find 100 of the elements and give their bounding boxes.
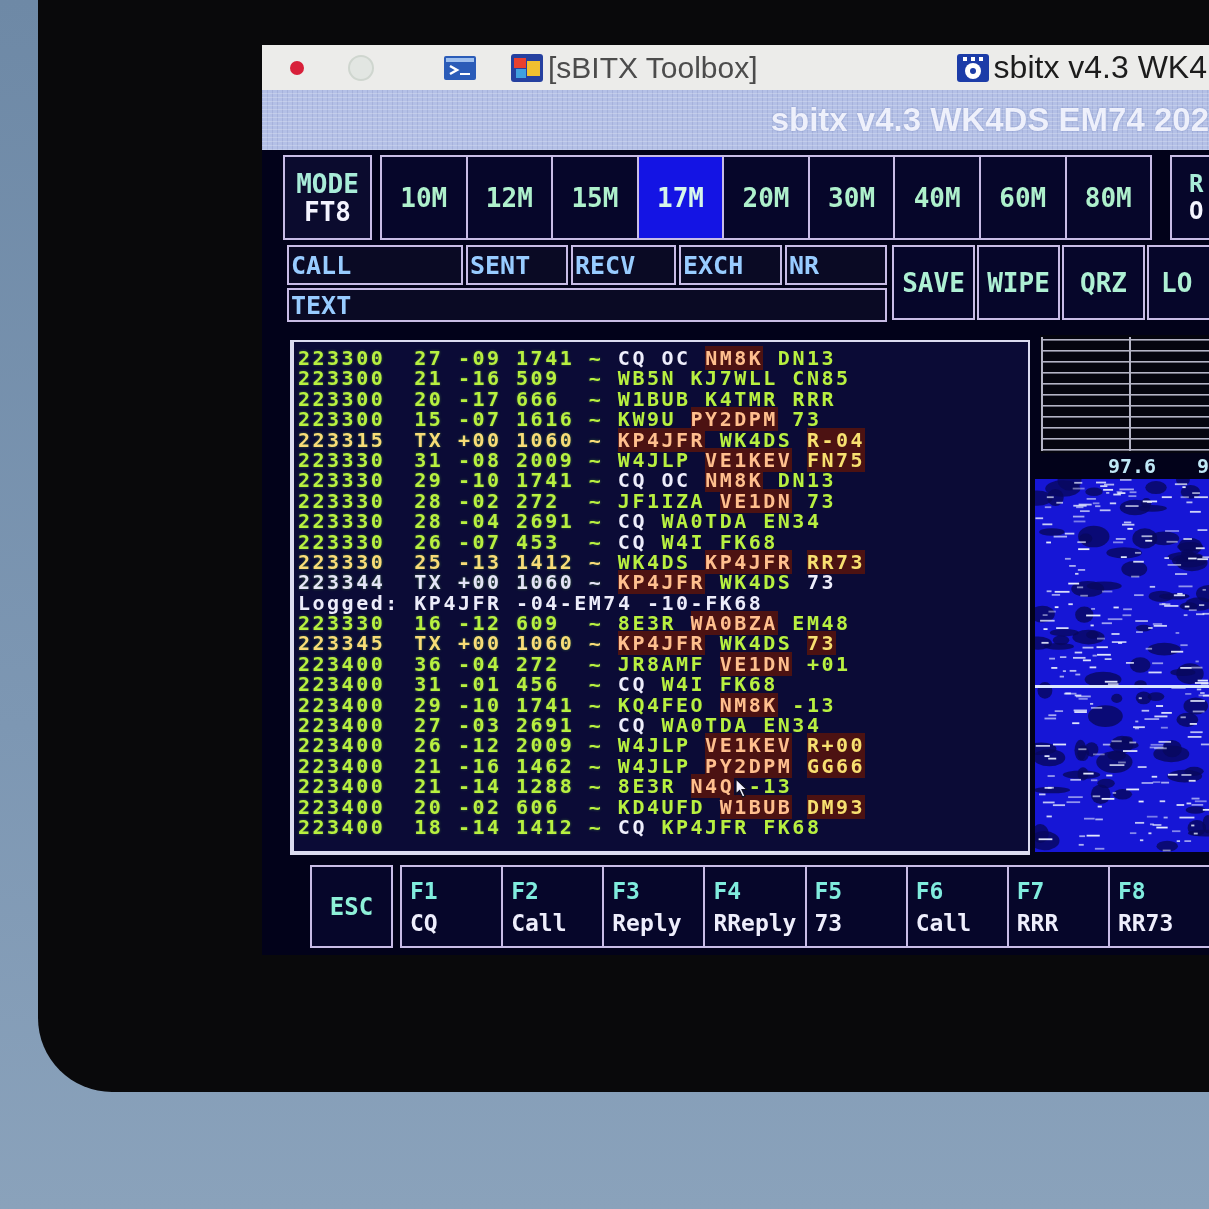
taskbar-button[interactable]: sbitx v4.3 WK4 <box>956 49 1207 86</box>
escape-button[interactable]: ESC <box>310 865 393 948</box>
time-cell-text: 223344 <box>298 572 387 593</box>
marker-cell-text: ~ <box>588 368 605 389</box>
time-cell-text: 223300 <box>298 409 387 430</box>
snr-cell-text: 20 <box>414 796 445 817</box>
time-cell-text: 223400 <box>298 755 387 777</box>
snr-cell-text: 28 <box>414 511 445 532</box>
offset-cell-text: -16 <box>457 368 503 389</box>
snr-cell-text: 27 <box>414 715 445 736</box>
band-button[interactable]: 17M <box>636 157 723 238</box>
snr-cell-text: 31 <box>414 449 445 471</box>
frequency-cell-text: 453 <box>516 531 561 552</box>
frequency-cell-text: 1741 <box>516 348 576 369</box>
marker-cell-text: ~ <box>588 348 605 369</box>
frequency-cell-text: 272 <box>516 490 561 512</box>
time-cell-text: 223330 <box>298 470 387 491</box>
offset-cell-text: +00 <box>457 572 503 593</box>
marker-cell-text: ~ <box>588 796 605 817</box>
snr-cell-text: 21 <box>414 368 445 389</box>
snr-cell-text: TX <box>414 429 445 450</box>
offset-cell-text: -03 <box>457 715 503 736</box>
message-text: W4JLP VE1KEV FN75 <box>617 449 866 471</box>
window-title: sbitx v4.3 WK4DS EM74 202 <box>770 101 1209 139</box>
offset-cell-text: +00 <box>457 429 503 450</box>
frequency-cell-text: 272 <box>516 653 561 675</box>
app-icon <box>956 53 989 82</box>
message-text: CQ W4I FK68 <box>617 674 778 695</box>
time-cell-text: 223400 <box>298 674 387 695</box>
time-cell-text: 223345 <box>298 633 387 654</box>
snr-cell-text: 20 <box>414 388 445 410</box>
input-field[interactable]: RECV <box>571 245 676 285</box>
frequency-cell-text: 456 <box>516 674 561 695</box>
message-text: WK4DS KP4JFR RR73 <box>617 551 866 573</box>
taskbar-button[interactable]: [sBITX Toolbox] <box>511 50 758 85</box>
message-text: KQ4FEO NM8K -13 <box>617 694 836 716</box>
marker-cell-text: ~ <box>588 409 605 430</box>
marker-cell-text: ~ <box>588 429 605 450</box>
record-dot-icon <box>290 60 304 75</box>
message-text: KP4JFR WK4DS 73 <box>617 633 836 654</box>
action-button[interactable]: WIPE <box>977 245 1060 320</box>
offset-cell-text: -09 <box>457 348 503 369</box>
snr-cell-text: 25 <box>414 551 445 573</box>
offset-cell-text: -04 <box>457 653 503 675</box>
marker-cell-text: ~ <box>588 449 605 471</box>
offset-cell-text: -14 <box>457 817 503 838</box>
message-text: 8E3R N4Q -13 <box>617 776 793 797</box>
offset-cell-text: -04 <box>457 511 503 532</box>
input-field[interactable]: NR <box>785 245 887 285</box>
message-text: CQ W4I FK68 <box>617 531 778 552</box>
frequency-cell-text: 509 <box>516 368 561 389</box>
offset-cell-text: -12 <box>457 735 503 756</box>
marker-cell-text: ~ <box>588 470 605 491</box>
action-button[interactable]: LO <box>1147 245 1209 320</box>
edge-button[interactable]: R O <box>1170 155 1209 240</box>
action-button[interactable]: SAVE <box>892 245 975 320</box>
snr-cell-text: TX <box>414 633 445 654</box>
mouse-pointer-icon <box>735 778 748 798</box>
message-text: CQ KP4JFR FK68 <box>617 817 822 838</box>
time-cell-text: 223400 <box>298 735 387 756</box>
marker-cell-text: ~ <box>588 531 605 552</box>
marker-cell-text: ~ <box>588 551 605 573</box>
snr-cell-text: 29 <box>414 694 445 716</box>
input-field[interactable]: SENT <box>466 245 568 285</box>
scale-label: 97.6 <box>1108 454 1157 478</box>
frequency-cell-text: 1060 <box>516 633 576 654</box>
frequency-cell-text: 1741 <box>516 470 576 491</box>
frequency-cell-text: 2691 <box>516 715 576 736</box>
action-button[interactable]: QRZ <box>1062 245 1145 320</box>
message-text: WB5N KJ7WLL CN85 <box>617 368 851 389</box>
time-cell-text: 223330 <box>298 613 386 634</box>
offset-cell-text: -12 <box>457 613 503 634</box>
text-input-field[interactable]: TEXT <box>287 288 887 322</box>
marker-cell-text: ~ <box>588 817 605 838</box>
frequency-cell-text: 2691 <box>516 511 576 532</box>
frequency-cell-text: 1741 <box>516 694 576 716</box>
offset-cell-text: -16 <box>457 755 503 777</box>
snr-cell-text: 18 <box>414 817 445 838</box>
time-cell-text: 223300 <box>298 368 387 389</box>
marker-cell-text: ~ <box>588 776 605 797</box>
offset-cell-text: -08 <box>457 449 503 471</box>
snr-cell-text: 36 <box>414 653 445 675</box>
terminal-icon[interactable] <box>444 55 476 80</box>
offset-cell-text: -02 <box>457 796 503 817</box>
time-cell-text: 223330 <box>298 511 387 532</box>
input-field[interactable]: CALL <box>287 245 463 285</box>
mode-button[interactable]: MODE FT8 <box>283 155 372 240</box>
input-field[interactable]: EXCH <box>679 245 782 285</box>
time-cell-text: 223330 <box>298 531 387 552</box>
offset-cell-text: -07 <box>457 531 503 552</box>
time-cell-text: 223330 <box>298 449 387 471</box>
marker-cell-text: ~ <box>588 633 605 654</box>
marker-cell-text: ~ <box>588 653 605 675</box>
message-text: JR8AMF VE1DN +01 <box>617 653 851 675</box>
marker-cell-text: ~ <box>588 755 605 777</box>
frequency-cell-text: 1060 <box>516 429 576 450</box>
frequency-cell-text: 2009 <box>516 735 576 756</box>
time-cell-text: 223400 <box>298 653 387 675</box>
message-text: W4JLP PY2DPM GG66 <box>617 755 866 777</box>
snr-cell-text: 16 <box>414 613 445 634</box>
